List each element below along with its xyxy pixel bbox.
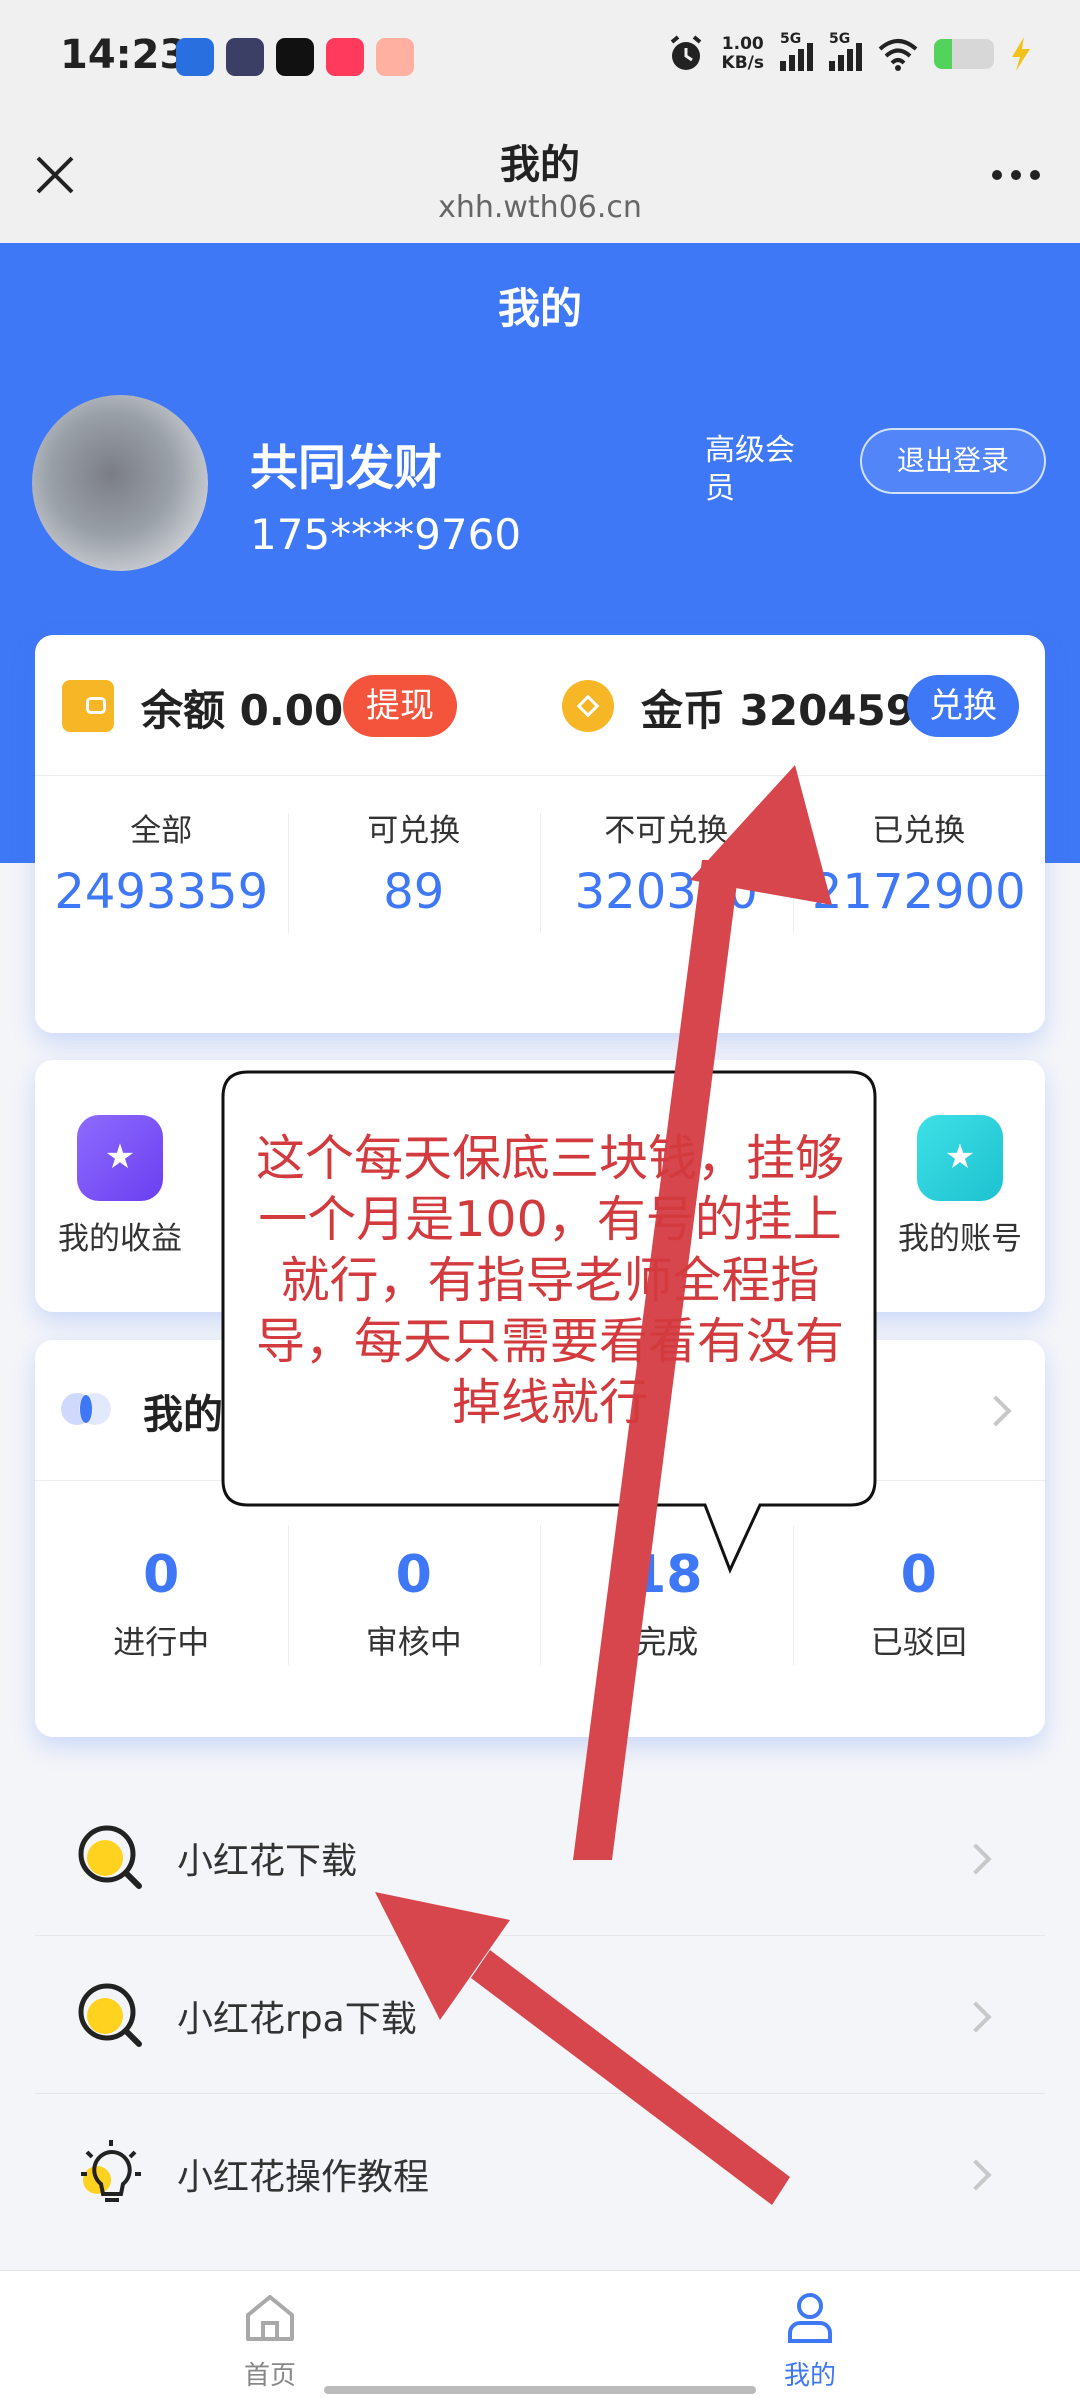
arrow-left	[375, 1892, 790, 2205]
annotation-text: 这个每天保底三块钱，挂够一个月是100，有号的挂上就行，有指导老师全程指导，每天…	[255, 1130, 844, 1431]
